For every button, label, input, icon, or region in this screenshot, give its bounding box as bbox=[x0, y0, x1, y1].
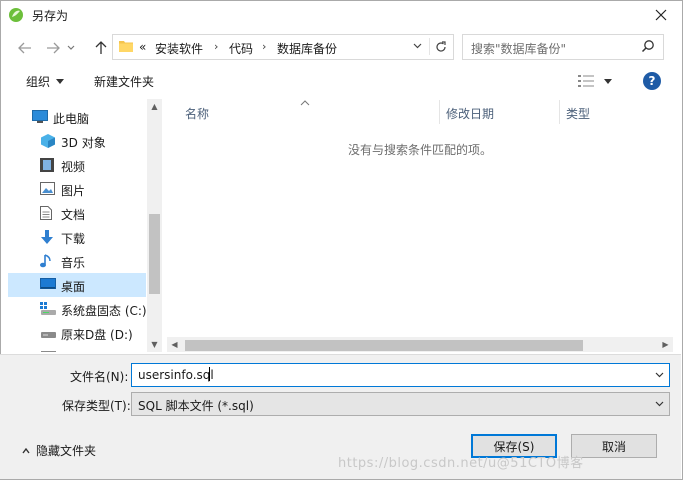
filename-value: usersinfo.sql bbox=[138, 368, 214, 382]
tree-item-music[interactable]: 音乐 bbox=[8, 249, 146, 273]
column-header-type[interactable]: 类型 bbox=[566, 105, 590, 122]
hide-folders-label: 隐藏文件夹 bbox=[36, 444, 97, 458]
tree-item-label: 原来D盘 (D:) bbox=[61, 328, 133, 342]
filetype-value: SQL 脚本文件 (*.sql) bbox=[138, 399, 254, 413]
tree-item-partial[interactable] bbox=[8, 345, 146, 352]
filename-label: 文件名(N): bbox=[70, 370, 129, 384]
document-icon bbox=[40, 206, 56, 220]
breadcrumb-separator[interactable]: › bbox=[214, 40, 218, 53]
film-icon bbox=[40, 158, 56, 172]
refresh-icon bbox=[436, 41, 446, 52]
chevron-down-icon bbox=[413, 43, 421, 49]
computer-icon bbox=[32, 110, 48, 124]
details-view-icon bbox=[578, 75, 594, 87]
scroll-up-button[interactable]: ▲ bbox=[147, 99, 162, 114]
breadcrumb-item[interactable]: 数据库备份 bbox=[277, 40, 337, 57]
filename-dropdown-button[interactable] bbox=[652, 368, 666, 382]
tree-item-3d-objects[interactable]: 3D 对象 bbox=[8, 129, 146, 153]
scroll-left-button[interactable]: ◀ bbox=[167, 337, 182, 352]
chevron-down-icon bbox=[67, 45, 75, 50]
tree-item-label: 视频 bbox=[61, 160, 86, 174]
window-title: 另存为 bbox=[32, 9, 69, 23]
tree-item-drive-c[interactable]: 系统盘固态 (C:) bbox=[8, 297, 147, 321]
drive-icon bbox=[40, 346, 56, 352]
breadcrumb-item[interactable]: 安装软件 bbox=[155, 40, 203, 57]
tree-item-label: 此电脑 bbox=[53, 112, 90, 126]
tree-item-label: 桌面 bbox=[61, 280, 86, 294]
scroll-down-button[interactable]: ▼ bbox=[147, 337, 162, 352]
tree-item-this-pc[interactable]: 此电脑 bbox=[8, 105, 146, 129]
filetype-dropdown-button[interactable] bbox=[652, 397, 666, 411]
chevron-down-icon bbox=[655, 401, 663, 407]
navigation-scroll-thumb[interactable] bbox=[149, 214, 160, 294]
tree-item-pictures[interactable]: 图片 bbox=[8, 177, 146, 201]
close-button[interactable] bbox=[646, 2, 676, 28]
desktop-icon bbox=[40, 278, 56, 292]
filetype-select[interactable]: SQL 脚本文件 (*.sql) bbox=[131, 392, 670, 416]
caret-up-icon bbox=[22, 447, 30, 453]
arrow-right-icon bbox=[47, 42, 60, 54]
column-divider[interactable] bbox=[559, 100, 560, 124]
drive-icon bbox=[40, 326, 56, 340]
up-button[interactable] bbox=[90, 38, 112, 58]
tree-item-drive-d[interactable]: 原来D盘 (D:) bbox=[8, 321, 146, 345]
address-dropdown-button[interactable] bbox=[409, 39, 425, 53]
image-icon bbox=[40, 182, 56, 196]
tree-item-label: 3D 对象 bbox=[61, 136, 106, 150]
breadcrumb-item[interactable]: 代码 bbox=[229, 40, 253, 57]
caret-down-icon bbox=[56, 79, 65, 84]
column-header-name[interactable]: 名称 bbox=[185, 105, 209, 122]
tree-item-label: 下载 bbox=[61, 232, 86, 246]
filetype-label: 保存类型(T): bbox=[62, 399, 131, 413]
forward-button[interactable] bbox=[42, 38, 64, 58]
empty-message: 没有与搜索条件匹配的项。 bbox=[348, 143, 493, 157]
sort-arrow-icon bbox=[300, 95, 310, 109]
filename-input[interactable]: usersinfo.sql bbox=[131, 363, 670, 387]
view-options-button[interactable] bbox=[578, 72, 618, 90]
watermark: https://blog.csdn.net/u@51CTO博客 bbox=[338, 456, 584, 471]
file-list-scroll-thumb[interactable] bbox=[185, 340, 583, 351]
column-header-date[interactable]: 修改日期 bbox=[446, 105, 494, 122]
title-bar: 另存为 bbox=[0, 0, 681, 30]
divider bbox=[429, 38, 430, 55]
hide-folders-button[interactable]: 隐藏文件夹 bbox=[22, 442, 96, 459]
chevron-down-icon bbox=[655, 372, 663, 378]
refresh-button[interactable] bbox=[431, 37, 451, 57]
breadcrumb-overflow[interactable]: « bbox=[139, 40, 146, 54]
close-icon bbox=[655, 9, 667, 21]
windows-drive-icon bbox=[40, 302, 56, 316]
tree-item-label: 系统盘固态 (C:) bbox=[61, 304, 147, 318]
navigation-pane[interactable]: 此电脑 3D 对象 视频 图片 文档 下载 音乐 桌面 系统盘固态 (C:) 原… bbox=[8, 99, 162, 352]
new-folder-button[interactable]: 新建文件夹 bbox=[94, 73, 154, 90]
tree-item-label: 音乐 bbox=[61, 256, 86, 270]
cancel-button[interactable]: 取消 bbox=[571, 434, 657, 458]
tree-item-desktop[interactable]: 桌面 bbox=[8, 273, 146, 297]
caret-down-icon bbox=[604, 78, 612, 84]
music-note-icon bbox=[40, 254, 56, 268]
help-button[interactable]: ? bbox=[643, 72, 661, 90]
tree-item-label: 图片 bbox=[61, 184, 86, 198]
breadcrumb-separator[interactable]: › bbox=[262, 40, 266, 53]
search-box[interactable]: 搜索"数据库备份" bbox=[462, 34, 664, 60]
folder-icon bbox=[119, 40, 133, 52]
arrow-up-icon bbox=[95, 41, 107, 54]
column-divider[interactable] bbox=[439, 100, 440, 124]
cube-icon bbox=[40, 134, 56, 148]
organize-label: 组织 bbox=[26, 75, 51, 89]
tree-item-label: 文档 bbox=[61, 208, 86, 222]
text-caret bbox=[209, 367, 210, 381]
recent-locations-button[interactable] bbox=[64, 38, 78, 58]
arrow-left-icon bbox=[18, 42, 31, 54]
scroll-right-button[interactable]: ▶ bbox=[658, 337, 673, 352]
app-leaf-icon bbox=[8, 7, 24, 23]
tree-item-documents[interactable]: 文档 bbox=[8, 201, 146, 225]
search-icon[interactable] bbox=[641, 39, 657, 55]
organize-button[interactable]: 组织 bbox=[26, 73, 65, 90]
address-bar[interactable]: « 安装软件 › 代码 › 数据库备份 bbox=[112, 34, 454, 60]
tree-item-downloads[interactable]: 下载 bbox=[8, 225, 146, 249]
tree-item-videos[interactable]: 视频 bbox=[8, 153, 146, 177]
search-input[interactable]: 搜索"数据库备份" bbox=[471, 40, 566, 57]
back-button[interactable] bbox=[14, 38, 36, 58]
download-arrow-icon bbox=[40, 230, 56, 244]
